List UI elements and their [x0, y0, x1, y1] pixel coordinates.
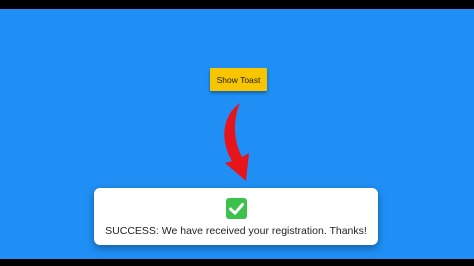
toast-message: SUCCESS: We have received your registrat… [105, 225, 367, 237]
curved-arrow-icon [224, 103, 249, 181]
demo-stage: Show Toast SUCCESS: We have received you… [0, 9, 474, 259]
show-toast-button[interactable]: Show Toast [210, 68, 267, 91]
check-icon [226, 198, 247, 219]
success-toast: SUCCESS: We have received your registrat… [94, 188, 378, 245]
